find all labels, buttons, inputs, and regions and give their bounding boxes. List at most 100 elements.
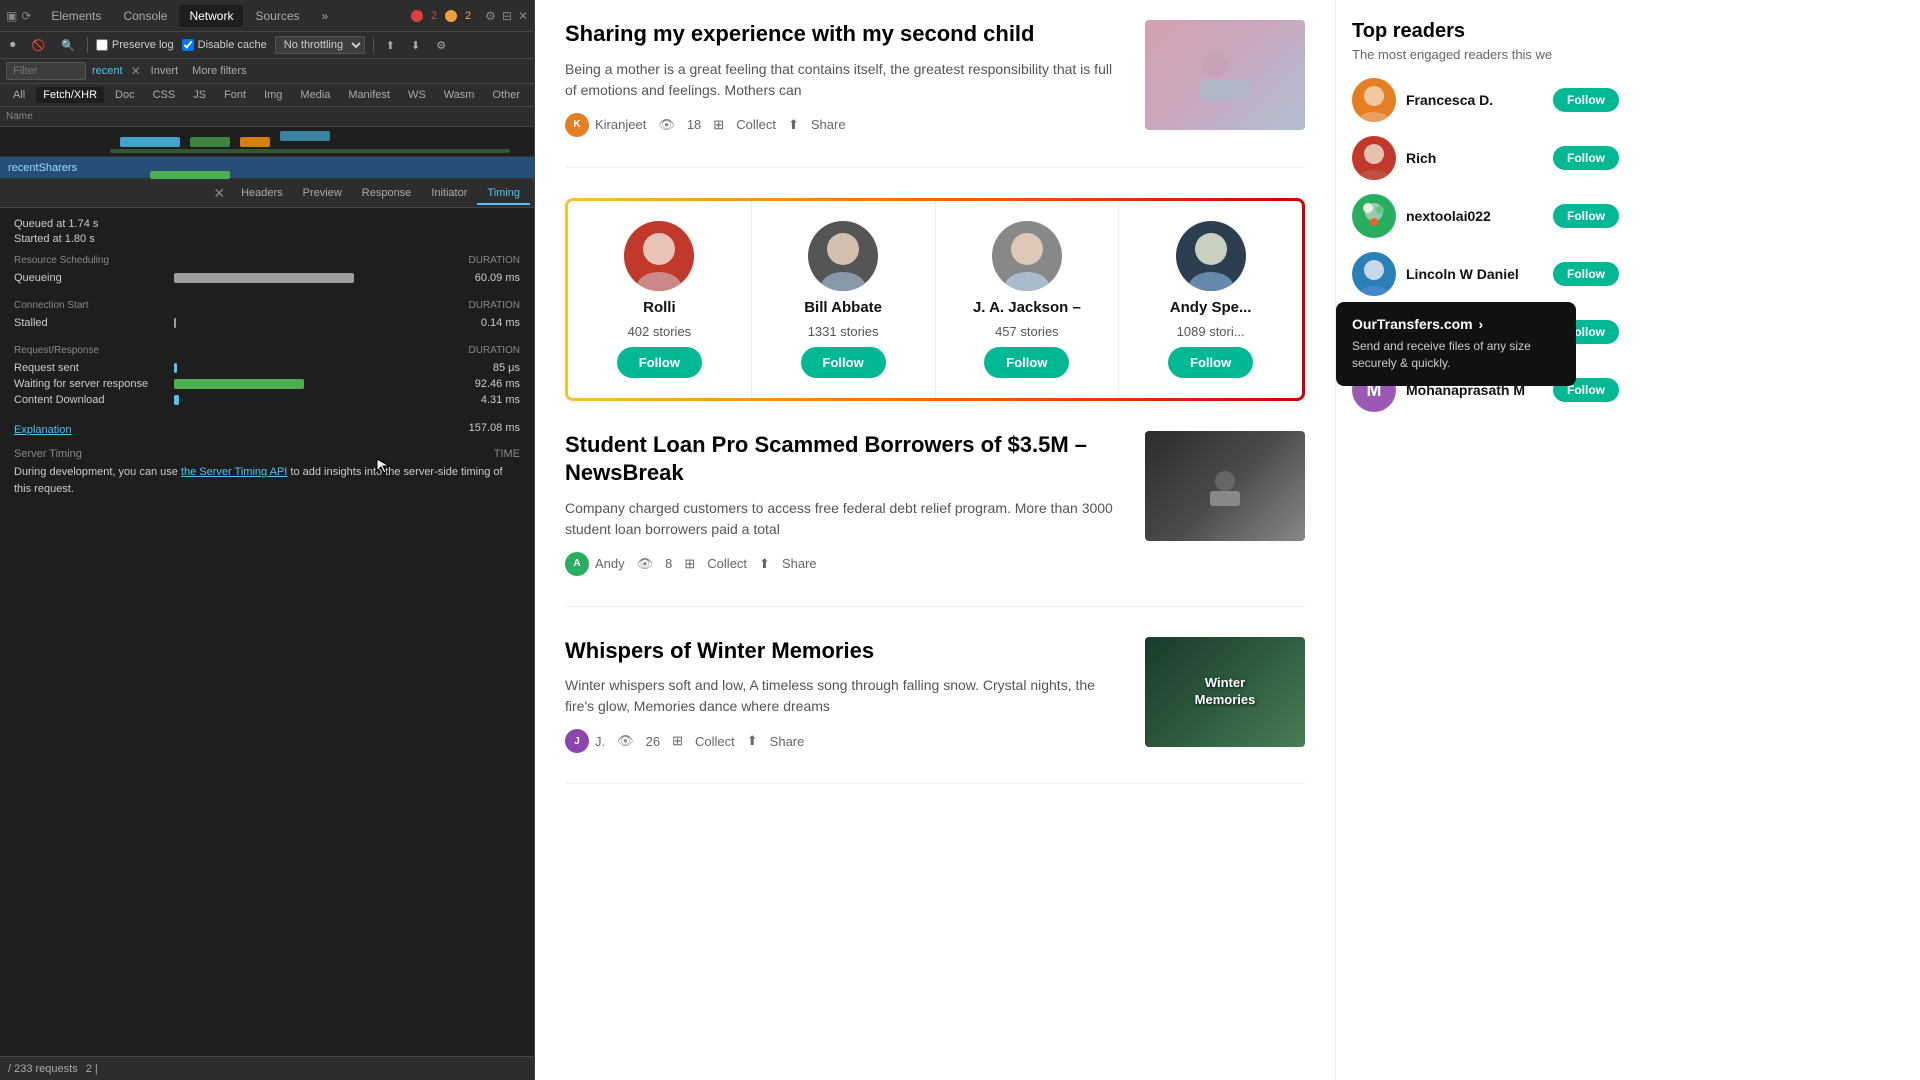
request-bar: [150, 171, 230, 179]
sidebar-name-nextoolai: nextoolai022: [1406, 208, 1543, 224]
type-wasm[interactable]: Wasm: [437, 87, 482, 103]
server-timing-api-link[interactable]: the Server Timing API: [181, 466, 287, 478]
settings-network-button[interactable]: ⚙: [432, 37, 450, 54]
sidebar-avatar-nextoolai: [1352, 194, 1396, 238]
timeline-waterfall: [0, 127, 534, 157]
follow-btn-jackson[interactable]: Follow: [984, 347, 1069, 378]
export-button[interactable]: ⬇: [407, 37, 424, 54]
type-manifest[interactable]: Manifest: [341, 87, 397, 103]
disable-cache-checkbox[interactable]: [182, 39, 194, 51]
clear-filter-icon[interactable]: ✕: [131, 64, 141, 78]
clear-button[interactable]: 🚫: [28, 37, 50, 54]
request-response-label: Request/Response: [14, 345, 99, 356]
detail-tab-preview[interactable]: Preview: [293, 183, 352, 205]
collect-link-1[interactable]: Collect: [736, 117, 776, 132]
connection-start-label: Connection Start: [14, 300, 89, 311]
dock-icon[interactable]: ⊟: [502, 9, 512, 23]
badge-error: [411, 10, 423, 22]
type-media[interactable]: Media: [293, 87, 337, 103]
article-image-placeholder-2: [1145, 431, 1305, 541]
reader-stories-jackson: 457 stories: [995, 324, 1059, 339]
share-link-2[interactable]: Share: [782, 556, 817, 571]
resource-scheduling-label: Resource Scheduling: [14, 255, 109, 266]
ad-arrow: ›: [1479, 316, 1484, 332]
queued-at-value: Queued at 1.74 s: [14, 218, 98, 230]
divider-2: [373, 37, 374, 53]
ad-title-text[interactable]: OurTransfers.com: [1352, 316, 1473, 332]
invert-button[interactable]: Invert: [147, 63, 183, 79]
type-fetch-xhr[interactable]: Fetch/XHR: [36, 87, 104, 103]
follow-btn-francesca[interactable]: Follow: [1553, 88, 1619, 112]
tab-elements[interactable]: Elements: [41, 5, 111, 27]
reader-avatar-andy: [1176, 221, 1246, 291]
settings-icon[interactable]: ⚙: [485, 9, 496, 23]
timeline-header: Name 1000 ms 2000 ms 3000 ms 4000 ms 500…: [0, 107, 534, 127]
network-row-recent-sharers[interactable]: recentSharers: [0, 157, 534, 179]
author-name-3[interactable]: J.: [595, 734, 605, 749]
waiting-bar-wrap: [174, 379, 430, 389]
collect-icon-3: ⊞: [672, 733, 683, 749]
follow-btn-rolli[interactable]: Follow: [617, 347, 702, 378]
follow-btn-bill[interactable]: Follow: [801, 347, 886, 378]
share-link-3[interactable]: Share: [770, 734, 805, 749]
follow-btn-nextoolai[interactable]: Follow: [1553, 204, 1619, 228]
follow-btn-andy[interactable]: Follow: [1168, 347, 1253, 378]
wf-bar-4: [280, 131, 330, 141]
resource-scheduling-section: Resource Scheduling DURATION Queueing 60…: [14, 255, 520, 284]
more-filters-button[interactable]: More filters: [188, 63, 250, 79]
download-bar: [174, 395, 179, 405]
close-icon[interactable]: ✕: [518, 9, 528, 23]
duration-label-2: DURATION: [469, 300, 520, 311]
search-button[interactable]: 🔍: [57, 37, 79, 54]
wf-bar-3: [240, 137, 270, 147]
timing-content: Queued at 1.74 s Started at 1.80 s Resou…: [0, 208, 534, 1056]
detail-tab-headers[interactable]: Headers: [231, 183, 293, 205]
detail-close-btn[interactable]: ✕: [207, 185, 231, 202]
collect-link-2[interactable]: Collect: [707, 556, 747, 571]
author-name-1[interactable]: Kiranjeet: [595, 117, 646, 132]
tab-console[interactable]: Console: [113, 5, 177, 27]
connection-start-title: Connection Start DURATION: [14, 300, 520, 311]
download-row: Content Download 4.31 ms: [14, 394, 520, 406]
detail-tab-timing[interactable]: Timing: [477, 183, 530, 205]
share-link-1[interactable]: Share: [811, 117, 846, 132]
article-image-placeholder-1: [1145, 20, 1305, 130]
waiting-bar: [174, 379, 304, 389]
type-css[interactable]: CSS: [146, 87, 183, 103]
tab-more[interactable]: »: [312, 5, 339, 27]
type-filter-bar: All Fetch/XHR Doc CSS JS Font Img Media …: [0, 84, 534, 107]
type-ws[interactable]: WS: [401, 87, 433, 103]
type-doc[interactable]: Doc: [108, 87, 142, 103]
type-all[interactable]: All: [6, 87, 32, 103]
author-avatar-3: J: [565, 729, 589, 753]
throttling-select[interactable]: No throttling: [275, 36, 365, 54]
sidebar-person-nextoolai: nextoolai022 Follow: [1352, 194, 1619, 238]
type-font[interactable]: Font: [217, 87, 253, 103]
author-avatar-2: A: [565, 552, 589, 576]
type-js[interactable]: JS: [186, 87, 213, 103]
detail-tab-initiator[interactable]: Initiator: [421, 183, 477, 205]
author-name-2[interactable]: Andy: [595, 556, 625, 571]
collect-link-3[interactable]: Collect: [695, 734, 735, 749]
reader-avatar-rolli: [624, 221, 694, 291]
reader-card-rolli: Rolli 402 stories Follow: [568, 201, 752, 398]
follow-btn-rich[interactable]: Follow: [1553, 146, 1619, 170]
follow-btn-lincoln[interactable]: Follow: [1553, 262, 1619, 286]
record-button[interactable]: ⏺: [6, 37, 20, 54]
article-title-2: Student Loan Pro Scammed Borrowers of $3…: [565, 431, 1125, 488]
tab-sources[interactable]: Sources: [245, 5, 309, 27]
views-icon-2: 👁: [637, 556, 654, 572]
reader-name-jackson: J. A. Jackson –: [973, 299, 1081, 316]
tab-network[interactable]: Network: [179, 5, 243, 27]
preserve-log-checkbox[interactable]: [96, 39, 108, 51]
detail-tab-response[interactable]: Response: [352, 183, 422, 205]
filter-input[interactable]: [6, 62, 86, 80]
type-other[interactable]: Other: [485, 87, 527, 103]
right-sidebar: Top readers The most engaged readers thi…: [1335, 0, 1635, 1080]
import-button[interactable]: ⬆: [382, 37, 399, 54]
explanation-link[interactable]: Explanation: [14, 424, 72, 436]
type-img[interactable]: Img: [257, 87, 289, 103]
reader-img-rolli: [624, 221, 694, 291]
filter-recent: recent: [92, 65, 123, 77]
status-bar: / 233 requests 2 |: [0, 1056, 534, 1080]
